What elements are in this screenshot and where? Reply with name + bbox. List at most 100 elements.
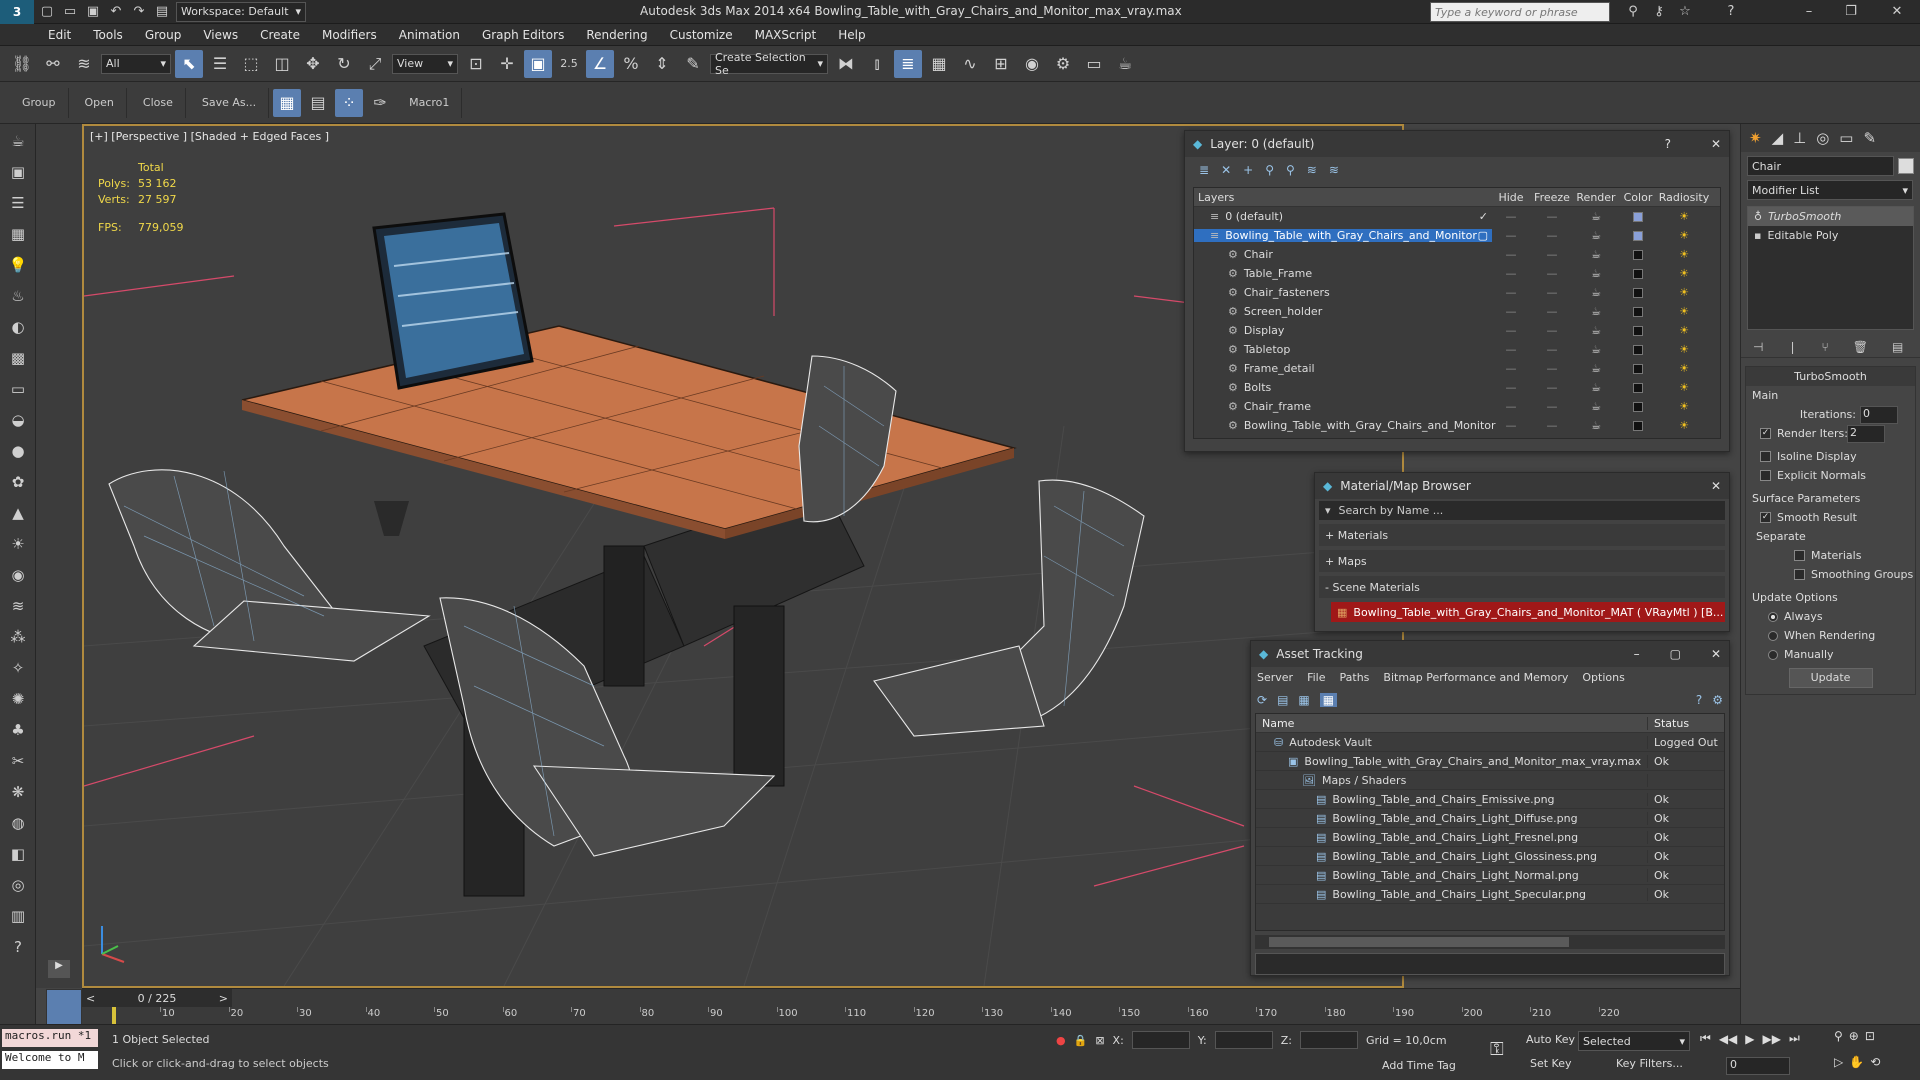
material-search-row[interactable]: ▾ Search by Name ... <box>1319 501 1725 520</box>
layer-name-cell[interactable]: ⚙ Display <box>1194 324 1492 337</box>
asset-menu-bitmap[interactable]: Bitmap Performance and Memory <box>1383 671 1568 684</box>
zoom-icon[interactable]: ⚲ <box>1834 1029 1843 1043</box>
grid-icon[interactable]: ▦ <box>4 220 32 248</box>
menu-modifiers[interactable]: Modifiers <box>322 28 377 42</box>
radiosity-icon[interactable]: ☀ <box>1658 267 1710 280</box>
layer-row[interactable]: ≡ 0 (default) ✓ — — ☕ ☀ <box>1194 207 1720 226</box>
smoothing-groups-checkbox[interactable] <box>1794 569 1805 580</box>
minimize-icon[interactable]: – <box>1799 2 1819 22</box>
hemisphere-icon[interactable]: ◒ <box>4 406 32 434</box>
expand-plus-icon[interactable]: ▪ <box>1754 229 1761 242</box>
keyboard-shortcut-override-icon[interactable]: ▣ <box>524 49 552 78</box>
light-bulb-icon[interactable]: 💡 <box>4 251 32 279</box>
sphere-icon[interactable]: ● <box>4 437 32 465</box>
explicit-normals-checkbox[interactable] <box>1760 470 1771 481</box>
utilities-tab-icon[interactable]: ✎ <box>1863 129 1876 147</box>
column-status[interactable]: Status <box>1648 717 1689 730</box>
layer-row[interactable]: ⚙ Frame_detail — — ☕ ☀ <box>1194 359 1720 378</box>
macro1-button[interactable]: Macro1 <box>397 87 463 118</box>
freeze-toggle[interactable]: — <box>1530 248 1574 261</box>
asset-row[interactable]: ▣ Bowling_Table_with_Gray_Chairs_and_Moni… <box>1256 752 1724 771</box>
freeze-toggle[interactable]: — <box>1530 210 1574 223</box>
modify-tab-icon[interactable]: ◢ <box>1772 129 1784 147</box>
asset-row[interactable]: ▤ Bowling_Table_and_Chairs_Light_Diffuse.… <box>1256 809 1724 828</box>
auto-key-button[interactable]: Auto Key <box>1526 1033 1575 1046</box>
menu-edit[interactable]: Edit <box>48 28 71 42</box>
layer-row[interactable]: ⚙ Display — — ☕ ☀ <box>1194 321 1720 340</box>
menu-create[interactable]: Create <box>260 28 300 42</box>
next-frame-icon[interactable]: ▶▶ <box>1763 1032 1781 1046</box>
reference-coordinate-dropdown[interactable]: View ▾ <box>392 53 458 74</box>
render-teapot-icon[interactable]: ☕ <box>1574 286 1618 299</box>
select-objects-icon[interactable]: ⚲ <box>1265 163 1274 177</box>
layer-name-cell[interactable]: ⚙ Chair_fasteners <box>1194 286 1492 299</box>
select-by-name-icon[interactable]: ☰ <box>206 50 234 78</box>
scale-icon[interactable]: ⤢ <box>361 50 389 78</box>
z-coordinate-field[interactable] <box>1300 1031 1358 1049</box>
layer-row[interactable]: ⚙ Screen_holder — — ☕ ☀ <box>1194 302 1720 321</box>
freeze-toggle[interactable]: — <box>1530 305 1574 318</box>
scene-materials-group[interactable]: - Scene Materials <box>1319 576 1725 598</box>
menu-customize[interactable]: Customize <box>670 28 733 42</box>
schematic-view-icon[interactable]: ⊞ <box>987 50 1015 78</box>
radiosity-icon[interactable]: ☀ <box>1658 400 1710 413</box>
layer-name-cell[interactable]: ⚙ Bolts <box>1194 381 1492 394</box>
delete-layer-icon[interactable]: ✕ <box>1221 163 1231 177</box>
configure-modifier-sets-icon[interactable]: ▤ <box>1892 340 1903 354</box>
hide-toggle[interactable]: — <box>1492 343 1530 356</box>
layer-name-cell[interactable]: ⚙ Screen_holder <box>1194 305 1492 318</box>
select-object-icon[interactable]: ⬉ <box>175 49 203 78</box>
new-layer-icon[interactable]: ≣ <box>1199 163 1209 177</box>
close-button[interactable]: Close <box>131 87 186 118</box>
mirror-icon[interactable]: ⧓ <box>832 50 860 78</box>
isoline-checkbox[interactable] <box>1760 451 1771 462</box>
sun-icon[interactable]: ☀ <box>4 530 32 558</box>
particle-icon[interactable]: ⁂ <box>4 623 32 651</box>
time-slider-prev-icon[interactable]: < <box>86 992 95 1005</box>
previous-frame-icon[interactable]: ◀◀ <box>1719 1032 1737 1046</box>
key-mode-dropdown[interactable]: Selected ▾ <box>1578 1031 1690 1051</box>
camera-icon[interactable]: ◐ <box>4 313 32 341</box>
smooth-result-checkbox[interactable]: ✓ <box>1760 512 1771 523</box>
redo-icon[interactable]: ↷ <box>129 2 149 22</box>
hair-tool-icon[interactable]: ✂ <box>4 747 32 775</box>
layer-row[interactable]: ⚙ Chair_frame — — ☕ ☀ <box>1194 397 1720 416</box>
question-icon[interactable]: ? <box>4 933 32 961</box>
lock-icon[interactable]: 🔒 <box>1074 1034 1088 1047</box>
curve-editor-icon[interactable]: ∿ <box>956 50 984 78</box>
layer-color-swatch[interactable] <box>1618 344 1658 355</box>
pin-stack-icon[interactable]: ⊣ <box>1753 340 1763 354</box>
field-of-view-icon[interactable]: ▷ <box>1834 1055 1843 1069</box>
asset-menu-paths[interactable]: Paths <box>1340 671 1370 684</box>
graphite-toolbar-icon[interactable]: ▦ <box>925 50 953 78</box>
geosphere-icon[interactable]: ◉ <box>4 561 32 589</box>
help-icon[interactable]: ? <box>1696 693 1702 707</box>
hide-toggle[interactable]: — <box>1492 381 1530 394</box>
asset-tracking-titlebar[interactable]: ◆ Asset Tracking – ▢ ✕ <box>1251 641 1729 667</box>
close-icon[interactable]: ✕ <box>1711 479 1721 493</box>
column-radiosity[interactable]: Radiosity <box>1658 191 1710 204</box>
maximize-icon[interactable]: ▢ <box>1670 647 1681 661</box>
current-frame-marker[interactable] <box>112 1007 116 1025</box>
menu-group[interactable]: Group <box>145 28 182 42</box>
hide-toggle[interactable]: — <box>1492 210 1530 223</box>
layer-name-cell[interactable]: ≡ 0 (default) ✓ <box>1194 210 1492 223</box>
hierarchy-tab-icon[interactable]: ⊥ <box>1793 129 1806 147</box>
set-key-button[interactable]: Set Key <box>1530 1057 1572 1070</box>
menu-rendering[interactable]: Rendering <box>586 28 647 42</box>
manually-radio[interactable] <box>1768 649 1778 660</box>
update-button[interactable]: Update <box>1788 668 1873 688</box>
time-slider-next-icon[interactable]: > <box>219 992 228 1005</box>
cone-icon[interactable]: ▲ <box>4 499 32 527</box>
asset-horizontal-scrollbar[interactable] <box>1255 935 1725 949</box>
layer-row[interactable]: ⚙ Table_Frame — — ☕ ☀ <box>1194 264 1720 283</box>
render-sphere-icon[interactable]: ◍ <box>4 809 32 837</box>
render-frame-icon[interactable]: ◧ <box>4 840 32 868</box>
layer-color-swatch[interactable] <box>1618 420 1658 431</box>
plane-icon[interactable]: ▭ <box>4 375 32 403</box>
render-teapot-icon[interactable]: ☕ <box>1574 248 1618 261</box>
radiosity-icon[interactable]: ☀ <box>1658 248 1710 261</box>
expand-arrow-icon[interactable]: ▶ <box>48 960 70 978</box>
fur-icon[interactable]: ❋ <box>4 778 32 806</box>
particle-view-icon[interactable]: ⁘ <box>335 88 364 117</box>
